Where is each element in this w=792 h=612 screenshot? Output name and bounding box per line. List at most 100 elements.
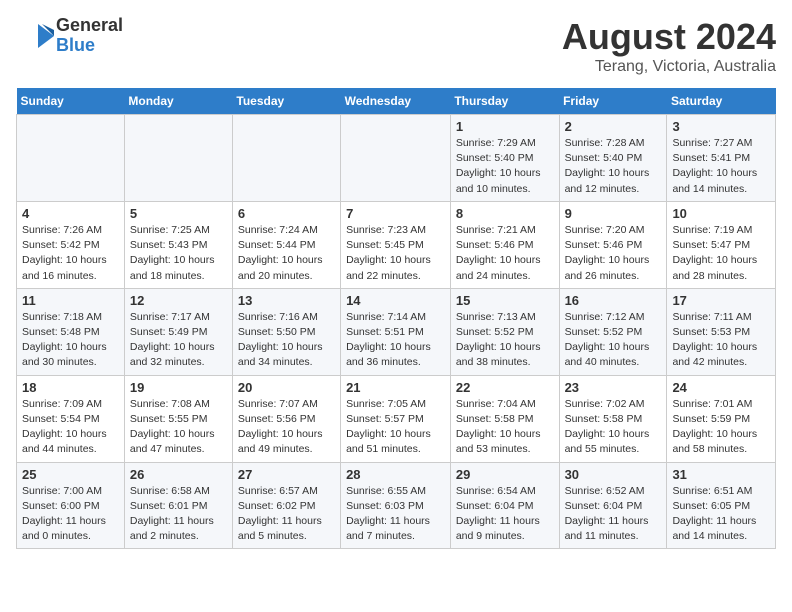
- day-info: Sunrise: 7:18 AM Sunset: 5:48 PM Dayligh…: [22, 310, 119, 371]
- day-info: Sunrise: 7:14 AM Sunset: 5:51 PM Dayligh…: [346, 310, 445, 371]
- calendar-cell: 15Sunrise: 7:13 AM Sunset: 5:52 PM Dayli…: [450, 288, 559, 375]
- day-info: Sunrise: 7:00 AM Sunset: 6:00 PM Dayligh…: [22, 484, 119, 545]
- calendar-cell: 18 Sunrise: 7:09 AM Sunset: 5:54 PM Dayli…: [17, 375, 125, 462]
- calendar-week-row: 11 Sunrise: 7:18 AM Sunset: 5:48 PM Dayli…: [17, 288, 776, 375]
- calendar-cell: 20Sunrise: 7:07 AM Sunset: 5:56 PM Dayli…: [232, 375, 340, 462]
- calendar-week-row: 1 Sunrise: 7:29 AM Sunset: 5:40 PM Daylig…: [17, 115, 776, 202]
- calendar-cell: 22 Sunrise: 7:04 AM Sunset: 5:58 PM Dayli…: [450, 375, 559, 462]
- calendar-cell: [341, 115, 451, 202]
- day-info: Sunrise: 7:05 AM Sunset: 5:57 PM Dayligh…: [346, 397, 445, 458]
- calendar-cell: 14 Sunrise: 7:14 AM Sunset: 5:51 PM Dayli…: [341, 288, 451, 375]
- day-info: Sunrise: 6:54 AM Sunset: 6:04 PM Dayligh…: [456, 484, 554, 545]
- day-number: 19: [130, 380, 227, 395]
- logo-general: General: [56, 16, 123, 36]
- calendar-cell: 30 Sunrise: 6:52 AM Sunset: 6:04 PM Dayli…: [559, 462, 667, 549]
- header-saturday: Saturday: [667, 88, 776, 115]
- day-number: 4: [22, 206, 119, 221]
- calendar-cell: [17, 115, 125, 202]
- calendar-table: SundayMondayTuesdayWednesdayThursdayFrid…: [16, 88, 776, 549]
- day-number: 31: [672, 467, 770, 482]
- page-header: General Blue August 2024 Terang, Victori…: [16, 16, 776, 76]
- day-number: 24: [672, 380, 770, 395]
- day-info: Sunrise: 7:28 AM Sunset: 5:40 PM Dayligh…: [565, 136, 662, 197]
- calendar-cell: 6 Sunrise: 7:24 AM Sunset: 5:44 PM Daylig…: [232, 201, 340, 288]
- logo: General Blue: [16, 16, 123, 56]
- day-info: Sunrise: 7:26 AM Sunset: 5:42 PM Dayligh…: [22, 223, 119, 284]
- header-friday: Friday: [559, 88, 667, 115]
- day-info: Sunrise: 7:01 AM Sunset: 5:59 PM Dayligh…: [672, 397, 770, 458]
- logo-text: General Blue: [56, 16, 123, 56]
- calendar-cell: 17Sunrise: 7:11 AM Sunset: 5:53 PM Dayli…: [667, 288, 776, 375]
- header-thursday: Thursday: [450, 88, 559, 115]
- day-number: 7: [346, 206, 445, 221]
- header-monday: Monday: [124, 88, 232, 115]
- day-number: 28: [346, 467, 445, 482]
- day-number: 11: [22, 293, 119, 308]
- day-info: Sunrise: 7:25 AM Sunset: 5:43 PM Dayligh…: [130, 223, 227, 284]
- day-info: Sunrise: 7:24 AM Sunset: 5:44 PM Dayligh…: [238, 223, 335, 284]
- day-info: Sunrise: 7:09 AM Sunset: 5:54 PM Dayligh…: [22, 397, 119, 458]
- calendar-week-row: 18 Sunrise: 7:09 AM Sunset: 5:54 PM Dayli…: [17, 375, 776, 462]
- day-info: Sunrise: 6:57 AM Sunset: 6:02 PM Dayligh…: [238, 484, 335, 545]
- day-info: Sunrise: 7:02 AM Sunset: 5:58 PM Dayligh…: [565, 397, 662, 458]
- logo-blue: Blue: [56, 36, 123, 56]
- calendar-cell: 5 Sunrise: 7:25 AM Sunset: 5:43 PM Daylig…: [124, 201, 232, 288]
- day-number: 3: [672, 119, 770, 134]
- calendar-cell: 8 Sunrise: 7:21 AM Sunset: 5:46 PM Daylig…: [450, 201, 559, 288]
- day-number: 22: [456, 380, 554, 395]
- logo-icon: [16, 16, 56, 56]
- calendar-cell: 2Sunrise: 7:28 AM Sunset: 5:40 PM Daylig…: [559, 115, 667, 202]
- calendar-cell: 26 Sunrise: 6:58 AM Sunset: 6:01 PM Dayli…: [124, 462, 232, 549]
- day-info: Sunrise: 7:21 AM Sunset: 5:46 PM Dayligh…: [456, 223, 554, 284]
- day-number: 8: [456, 206, 554, 221]
- page-subtitle: Terang, Victoria, Australia: [562, 58, 776, 76]
- day-info: Sunrise: 7:08 AM Sunset: 5:55 PM Dayligh…: [130, 397, 227, 458]
- day-info: Sunrise: 7:13 AM Sunset: 5:52 PM Dayligh…: [456, 310, 554, 371]
- day-number: 9: [565, 206, 662, 221]
- calendar-week-row: 4 Sunrise: 7:26 AM Sunset: 5:42 PM Daylig…: [17, 201, 776, 288]
- calendar-cell: [232, 115, 340, 202]
- calendar-cell: 25 Sunrise: 7:00 AM Sunset: 6:00 PM Dayli…: [17, 462, 125, 549]
- day-number: 1: [456, 119, 554, 134]
- calendar-cell: 9 Sunrise: 7:20 AM Sunset: 5:46 PM Daylig…: [559, 201, 667, 288]
- calendar-cell: 31Sunrise: 6:51 AM Sunset: 6:05 PM Dayli…: [667, 462, 776, 549]
- calendar-cell: 27 Sunrise: 6:57 AM Sunset: 6:02 PM Dayli…: [232, 462, 340, 549]
- day-number: 14: [346, 293, 445, 308]
- day-number: 29: [456, 467, 554, 482]
- day-number: 27: [238, 467, 335, 482]
- day-info: Sunrise: 7:12 AM Sunset: 5:52 PM Dayligh…: [565, 310, 662, 371]
- day-number: 25: [22, 467, 119, 482]
- day-number: 16: [565, 293, 662, 308]
- day-info: Sunrise: 6:58 AM Sunset: 6:01 PM Dayligh…: [130, 484, 227, 545]
- day-number: 17: [672, 293, 770, 308]
- day-info: Sunrise: 6:52 AM Sunset: 6:04 PM Dayligh…: [565, 484, 662, 545]
- day-info: Sunrise: 7:20 AM Sunset: 5:46 PM Dayligh…: [565, 223, 662, 284]
- calendar-cell: 16 Sunrise: 7:12 AM Sunset: 5:52 PM Dayli…: [559, 288, 667, 375]
- day-info: Sunrise: 7:16 AM Sunset: 5:50 PM Dayligh…: [238, 310, 335, 371]
- day-number: 13: [238, 293, 335, 308]
- header-tuesday: Tuesday: [232, 88, 340, 115]
- day-number: 6: [238, 206, 335, 221]
- calendar-cell: 7 Sunrise: 7:23 AM Sunset: 5:45 PM Daylig…: [341, 201, 451, 288]
- title-block: August 2024 Terang, Victoria, Australia: [562, 16, 776, 76]
- calendar-cell: 19 Sunrise: 7:08 AM Sunset: 5:55 PM Dayli…: [124, 375, 232, 462]
- day-number: 26: [130, 467, 227, 482]
- day-info: Sunrise: 7:07 AM Sunset: 5:56 PM Dayligh…: [238, 397, 335, 458]
- day-info: Sunrise: 7:29 AM Sunset: 5:40 PM Dayligh…: [456, 136, 554, 197]
- day-number: 18: [22, 380, 119, 395]
- header-wednesday: Wednesday: [341, 88, 451, 115]
- calendar-cell: [124, 115, 232, 202]
- calendar-header-row: SundayMondayTuesdayWednesdayThursdayFrid…: [17, 88, 776, 115]
- day-info: Sunrise: 7:23 AM Sunset: 5:45 PM Dayligh…: [346, 223, 445, 284]
- calendar-cell: 24 Sunrise: 7:01 AM Sunset: 5:59 PM Dayli…: [667, 375, 776, 462]
- calendar-cell: 28 Sunrise: 6:55 AM Sunset: 6:03 PM Dayli…: [341, 462, 451, 549]
- calendar-cell: 11 Sunrise: 7:18 AM Sunset: 5:48 PM Dayli…: [17, 288, 125, 375]
- calendar-cell: 3 Sunrise: 7:27 AM Sunset: 5:41 PM Daylig…: [667, 115, 776, 202]
- calendar-cell: 10Sunrise: 7:19 AM Sunset: 5:47 PM Dayli…: [667, 201, 776, 288]
- day-info: Sunrise: 7:04 AM Sunset: 5:58 PM Dayligh…: [456, 397, 554, 458]
- day-info: Sunrise: 7:27 AM Sunset: 5:41 PM Dayligh…: [672, 136, 770, 197]
- day-info: Sunrise: 6:55 AM Sunset: 6:03 PM Dayligh…: [346, 484, 445, 545]
- day-number: 30: [565, 467, 662, 482]
- day-number: 12: [130, 293, 227, 308]
- day-number: 5: [130, 206, 227, 221]
